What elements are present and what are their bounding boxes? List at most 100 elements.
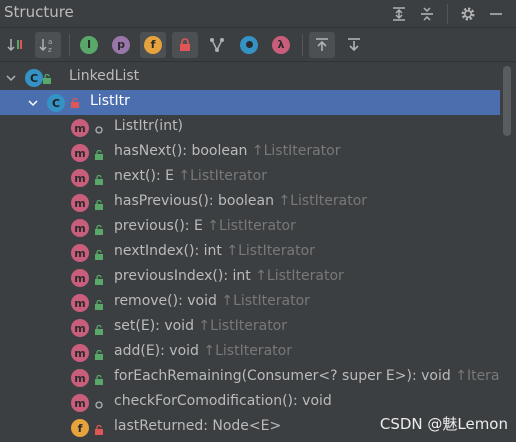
member-label: lastReturned: Node<E>	[114, 418, 281, 434]
member-row[interactable]: m next(): E ↑ListIterator	[0, 165, 500, 190]
toolbar-separator	[69, 33, 70, 56]
member-signature: nextIndex(): int	[114, 243, 222, 259]
minimize-icon[interactable]	[482, 3, 510, 25]
package-visibility-icon	[94, 123, 104, 134]
member-row[interactable]: m forEachRemaining(Consumer<? super E>): …	[0, 365, 500, 390]
watermark: CSDN @魅Lemon	[379, 415, 508, 433]
sort-by-visibility-icon[interactable]	[3, 32, 29, 58]
member-row[interactable]: m previous(): E ↑ListIterator	[0, 215, 500, 240]
member-inherited-hint: ↑ListIterator	[207, 218, 296, 234]
member-inherited-hint: ↑ListIterator	[251, 143, 341, 159]
method-icon: m	[71, 144, 89, 162]
panel-title: Structure	[4, 3, 74, 21]
member-label: forEachRemaining(Consumer<? super E>): v…	[114, 368, 500, 384]
public-visibility-icon	[94, 248, 104, 260]
show-fields-icon[interactable]: f	[140, 31, 166, 58]
member-signature: hasNext(): boolean	[114, 143, 248, 159]
member-signature: hasPrevious(): boolean	[114, 193, 274, 209]
class-icon: C	[25, 69, 43, 87]
member-row[interactable]: m hasPrevious(): boolean ↑ListIterator	[0, 190, 500, 215]
member-inherited-hint: ↑ListIterator	[198, 318, 288, 334]
tree-node-linkedlist[interactable]: C LinkedList	[0, 65, 500, 90]
member-inherited-hint: ↑ListIterator	[221, 293, 310, 309]
member-signature: forEachRemaining(Consumer<? super E>): v…	[114, 368, 451, 384]
member-signature: previous(): E	[114, 218, 203, 234]
member-label: next(): E ↑ListIterator	[114, 168, 267, 184]
structure-tree: C LinkedList C ListItr m ListItr(int) m has…	[0, 64, 500, 442]
show-lambdas-icon[interactable]	[236, 32, 262, 58]
autoscroll-from-source-icon[interactable]	[341, 32, 367, 58]
member-inherited-hint: ↑ListIterator	[178, 168, 267, 184]
public-visibility-icon	[94, 223, 104, 235]
member-row[interactable]: m checkForComodification(): void	[0, 390, 500, 415]
member-label: hasNext(): boolean ↑ListIterator	[114, 143, 340, 159]
class-icon: C	[47, 94, 65, 112]
show-anonymous-classes-icon[interactable]	[204, 32, 230, 58]
vertical-scrollbar[interactable]	[500, 64, 516, 442]
public-visibility-icon	[94, 323, 104, 335]
member-row[interactable]: m nextIndex(): int ↑ListIterator	[0, 240, 500, 265]
member-inherited-hint: ↑Iterato	[455, 368, 500, 384]
header-actions	[385, 3, 510, 25]
member-label: hasPrevious(): boolean ↑ListIterator	[114, 193, 367, 209]
structure-toolbar: az I p f λ	[0, 28, 516, 62]
method-icon: m	[71, 319, 89, 337]
show-inherited-icon[interactable]: I	[76, 32, 102, 58]
expand-all-icon[interactable]	[385, 3, 413, 25]
member-label: previousIndex(): int ↑ListIterator	[114, 268, 344, 284]
public-visibility-icon	[94, 148, 104, 160]
member-signature: remove(): void	[114, 293, 217, 309]
show-non-public-icon[interactable]	[172, 31, 198, 58]
tree-node-label: LinkedList	[69, 68, 140, 84]
member-signature: previousIndex(): int	[114, 268, 251, 284]
chevron-down-icon[interactable]	[27, 97, 39, 109]
toolbar-separator	[302, 33, 303, 56]
member-signature: add(E): void	[114, 343, 199, 359]
public-visibility-icon	[94, 298, 104, 310]
member-label: checkForComodification(): void	[114, 393, 332, 409]
member-label: nextIndex(): int ↑ListIterator	[114, 243, 315, 259]
member-signature: set(E): void	[114, 318, 194, 334]
member-row[interactable]: m hasNext(): boolean ↑ListIterator	[0, 140, 500, 165]
public-visibility-icon	[43, 74, 51, 84]
sort-alphabetically-icon[interactable]: az	[35, 31, 61, 58]
member-label: remove(): void ↑ListIterator	[114, 293, 310, 309]
public-visibility-icon	[94, 173, 104, 185]
method-icon: m	[71, 294, 89, 312]
method-icon: m	[71, 194, 89, 212]
member-signature: ListItr(int)	[114, 118, 184, 134]
private-visibility-icon	[71, 98, 79, 108]
show-lambdas-lambda-icon[interactable]: λ	[268, 32, 294, 58]
method-icon: m	[71, 119, 89, 137]
chevron-down-icon[interactable]	[5, 72, 17, 84]
method-icon: m	[71, 269, 89, 287]
member-row[interactable]: m previousIndex(): int ↑ListIterator	[0, 265, 500, 290]
member-row[interactable]: m add(E): void ↑ListIterator	[0, 340, 500, 365]
public-visibility-icon	[94, 198, 104, 210]
member-signature: lastReturned: Node<E>	[114, 418, 282, 434]
collapse-all-icon[interactable]	[413, 3, 441, 25]
method-icon: m	[71, 169, 89, 187]
gear-icon[interactable]	[454, 3, 482, 25]
method-icon: m	[71, 244, 89, 262]
member-inherited-hint: ↑ListIterator	[203, 343, 292, 359]
method-icon: m	[71, 344, 89, 362]
structure-panel-header: Structure	[0, 0, 516, 28]
field-icon: f	[71, 419, 89, 437]
header-separator	[447, 4, 448, 24]
scrollbar-thumb[interactable]	[503, 66, 511, 136]
member-row[interactable]: m ListItr(int)	[0, 115, 500, 140]
tree-node-listitr[interactable]: C ListItr	[0, 90, 500, 115]
tree-node-label: ListItr	[90, 93, 130, 109]
member-label: previous(): E ↑ListIterator	[114, 218, 296, 234]
svg-text:z: z	[48, 46, 52, 54]
autoscroll-to-source-icon[interactable]	[309, 31, 335, 58]
member-label: add(E): void ↑ListIterator	[114, 343, 292, 359]
member-signature: checkForComodification(): void	[114, 393, 332, 409]
show-properties-icon[interactable]: p	[108, 32, 134, 58]
member-row[interactable]: m remove(): void ↑ListIterator	[0, 290, 500, 315]
method-icon: m	[71, 394, 89, 412]
member-label: ListItr(int)	[114, 118, 183, 134]
member-row[interactable]: m set(E): void ↑ListIterator	[0, 315, 500, 340]
member-label: set(E): void ↑ListIterator	[114, 318, 287, 334]
